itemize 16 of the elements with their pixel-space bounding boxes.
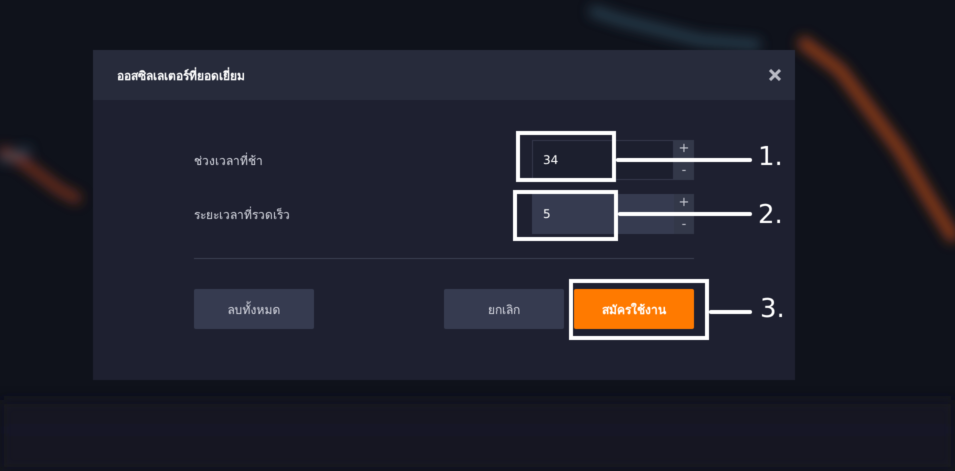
annotation-number: 2. — [758, 200, 783, 230]
number-field[interactable]: 5 — [532, 194, 674, 234]
dialog-title: ออสซิลเลเตอร์ที่ยอดเยี่ยม — [117, 66, 245, 84]
clear-button[interactable]: ลบทั้งหมด — [194, 289, 314, 329]
field-label: ช่วงเวลาที่ช้า — [194, 152, 263, 170]
decrement-button[interactable]: - — [674, 216, 694, 234]
field-label: ระยะเวลาที่รวดเร็ว — [194, 206, 290, 224]
annotation-number: 3. — [760, 294, 785, 324]
increment-button[interactable]: + — [674, 140, 694, 158]
decrement-button[interactable]: - — [674, 162, 694, 180]
leader-line — [709, 310, 752, 314]
annotation-number: 1. — [758, 142, 783, 172]
close-icon[interactable] — [769, 69, 781, 81]
increment-button[interactable]: + — [674, 194, 694, 212]
cancel-button[interactable]: ยกเลิก — [444, 289, 564, 329]
number-field[interactable]: 34 — [532, 140, 674, 180]
